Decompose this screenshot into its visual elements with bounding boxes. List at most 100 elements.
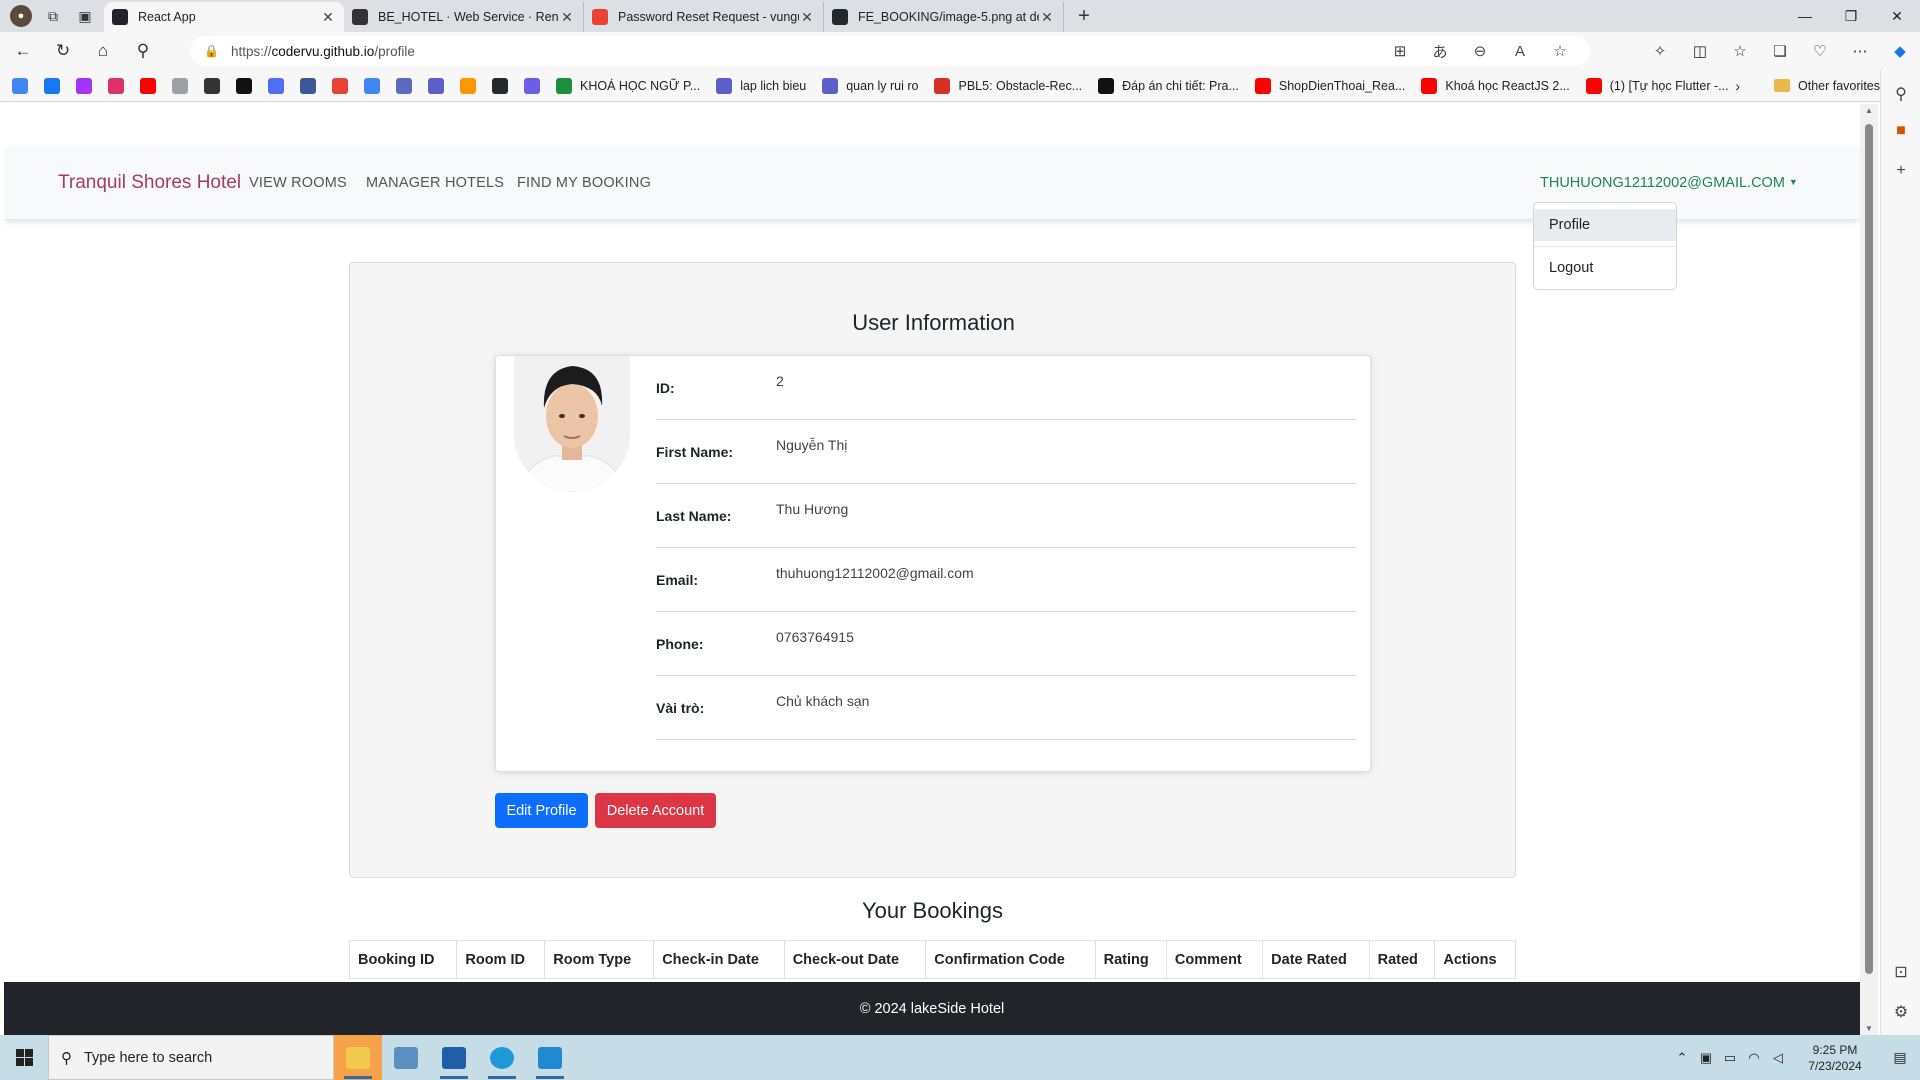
bookmark-icon[interactable]: [428, 77, 444, 94]
bookmark-icon[interactable]: [12, 77, 28, 94]
bookmark-icon[interactable]: [140, 77, 156, 94]
bookmark-item[interactable]: Khoá học ReactJS 2...: [1421, 77, 1570, 94]
brand-link[interactable]: Tranquil Shores Hotel: [58, 172, 241, 194]
nav-find-my-booking[interactable]: FIND MY BOOKING: [517, 175, 651, 191]
bookmark-icon[interactable]: [300, 77, 316, 94]
vscode-app[interactable]: [526, 1035, 574, 1080]
task-app-2[interactable]: [382, 1035, 430, 1080]
taskbar-clock[interactable]: 9:25 PM 7/23/2024: [1790, 1042, 1880, 1074]
browser-essentials-icon[interactable]: ♡: [1800, 42, 1840, 60]
bookmarks-overflow-chevron-icon[interactable]: ›: [1735, 78, 1740, 94]
scroll-up-arrow-icon[interactable]: ▲: [1860, 106, 1878, 115]
collections-icon[interactable]: ❏: [1760, 42, 1800, 60]
close-tab-icon[interactable]: ✕: [1039, 9, 1055, 26]
split-screen-icon[interactable]: ◫: [1680, 42, 1720, 60]
edit-profile-button[interactable]: Edit Profile: [495, 793, 588, 828]
bookmark-icon[interactable]: [332, 77, 348, 94]
bookmark-icon[interactable]: [364, 77, 380, 94]
browser-tab[interactable]: Password Reset Request - vunguy ✕: [584, 2, 824, 32]
scrollbar-thumb[interactable]: [1865, 124, 1873, 974]
info-row: Last Name: Thu Hương: [656, 484, 1356, 548]
bookmark-icon[interactable]: [492, 77, 508, 94]
close-tab-icon[interactable]: ✕: [320, 9, 336, 26]
bookmark-item[interactable]: ShopDienThoai_Rea...: [1254, 77, 1405, 94]
sidebar-add-icon[interactable]: +: [1881, 162, 1920, 180]
taskbar-search-box[interactable]: ⚲ Type here to search: [48, 1035, 334, 1080]
bookmark-icon[interactable]: [524, 77, 540, 94]
browser-tab[interactable]: FE_BOOKING/image-5.png at de ✕: [824, 2, 1064, 32]
user-dropdown-toggle[interactable]: THUHUONG12112002@GMAIL.COM ▼: [1540, 175, 1798, 191]
sidebar-screenshot-icon[interactable]: ⊡: [1881, 962, 1920, 982]
more-menu-icon[interactable]: ⋯: [1840, 42, 1880, 60]
edge-app[interactable]: [478, 1035, 526, 1080]
other-favorites-folder[interactable]: Other favorites: [1774, 79, 1880, 93]
sidebar-tools-icon[interactable]: ■: [1881, 122, 1920, 140]
bookmark-icon[interactable]: [76, 77, 92, 94]
bookmark-icon[interactable]: [460, 77, 476, 94]
battery-icon[interactable]: ▭: [1718, 1050, 1742, 1066]
user-info-card: ID: 2 First Name: Nguyễn Thị Last Name: Thu H…: [495, 355, 1371, 772]
bookmark-item[interactable]: PBL5: Obstacle-Rec...: [934, 77, 1082, 94]
home-button[interactable]: ⌂: [86, 36, 120, 66]
browser-profile-avatar[interactable]: ●: [10, 5, 32, 27]
close-window-button[interactable]: ✕: [1874, 0, 1920, 32]
sidebar-settings-icon[interactable]: ⚙: [1881, 1002, 1920, 1022]
start-button[interactable]: [0, 1035, 48, 1080]
favorite-star-icon[interactable]: ☆: [1540, 42, 1580, 60]
file-explorer-app[interactable]: [334, 1035, 382, 1080]
user-email: THUHUONG12112002@GMAIL.COM: [1540, 175, 1785, 191]
bookmark-item[interactable]: Đáp án chi tiết: Pra...: [1098, 77, 1239, 94]
tray-chevron-icon[interactable]: ⌃: [1670, 1050, 1694, 1066]
bookmark-icon[interactable]: [268, 77, 284, 94]
close-tab-icon[interactable]: ✕: [799, 9, 815, 26]
zoom-out-icon[interactable]: ⊖: [1460, 42, 1500, 60]
page-scrollbar[interactable]: ▲ ▼: [1860, 104, 1878, 1035]
copilot-icon[interactable]: ◆: [1880, 42, 1920, 60]
back-button[interactable]: ←: [6, 36, 40, 66]
browser-tab[interactable]: BE_HOTEL · Web Service · Render ✕: [344, 2, 584, 32]
sidebar-search-icon[interactable]: ⚲: [1881, 84, 1920, 104]
bookmark-item[interactable]: KHOÁ HỌC NGỮ P...: [556, 77, 700, 94]
workspaces-icon[interactable]: ⧉: [42, 5, 64, 27]
close-tab-icon[interactable]: ✕: [559, 9, 575, 26]
bookmark-icon: [1098, 77, 1115, 94]
bookmark-icon[interactable]: [44, 77, 60, 94]
refresh-button[interactable]: ↻: [46, 36, 80, 66]
extensions-icon[interactable]: ✧: [1640, 42, 1680, 60]
task-app-3[interactable]: [430, 1035, 478, 1080]
info-row: ID: 2: [656, 356, 1356, 420]
restore-button[interactable]: ❐: [1828, 0, 1874, 32]
bookmark-icon[interactable]: [236, 77, 252, 94]
scroll-down-arrow-icon[interactable]: ▼: [1860, 1024, 1878, 1033]
bookmark-item[interactable]: lap lich bieu: [716, 77, 806, 94]
nav-manager-hotels[interactable]: MANAGER HOTELS: [366, 175, 504, 191]
menu-item-profile[interactable]: Profile: [1534, 209, 1676, 241]
tab-actions-icon[interactable]: ▣: [74, 5, 96, 27]
browser-tab[interactable]: React App ✕: [104, 2, 344, 32]
address-bar[interactable]: 🔒 https://codervu.github.io/profile ⊞ あ …: [190, 36, 1590, 66]
read-aloud-icon[interactable]: A: [1500, 43, 1540, 60]
favorites-icon[interactable]: ☆: [1720, 42, 1760, 60]
volume-icon[interactable]: ◁: [1766, 1050, 1790, 1066]
new-tab-button[interactable]: +: [1070, 5, 1098, 28]
wifi-icon[interactable]: ◠: [1742, 1050, 1766, 1066]
nav-view-rooms[interactable]: VIEW ROOMS: [249, 175, 347, 191]
menu-divider: [1534, 246, 1676, 247]
bookmark-item[interactable]: (1) [Tự học Flutter -...: [1585, 77, 1729, 94]
menu-item-logout[interactable]: Logout: [1534, 252, 1676, 284]
bookings-column-header: Actions: [1434, 940, 1516, 979]
info-row: Phone: 0763764915: [656, 612, 1356, 676]
notification-icon[interactable]: ▤: [1880, 1049, 1920, 1066]
translate-icon[interactable]: あ: [1420, 41, 1460, 62]
bookmark-icon[interactable]: [396, 77, 412, 94]
app-available-icon[interactable]: ⊞: [1380, 42, 1420, 60]
minimize-button[interactable]: —: [1782, 0, 1828, 32]
bookmark-icon[interactable]: [172, 77, 188, 94]
tray-app-icon[interactable]: ▣: [1694, 1050, 1718, 1066]
bookmark-icon[interactable]: [108, 77, 124, 94]
lock-icon[interactable]: 🔒: [204, 44, 219, 58]
delete-account-button[interactable]: Delete Account: [595, 793, 716, 828]
bookmark-icon[interactable]: [204, 77, 220, 94]
bookmark-item[interactable]: quan ly rui ro: [822, 77, 918, 94]
search-icon[interactable]: ⚲: [126, 36, 160, 66]
